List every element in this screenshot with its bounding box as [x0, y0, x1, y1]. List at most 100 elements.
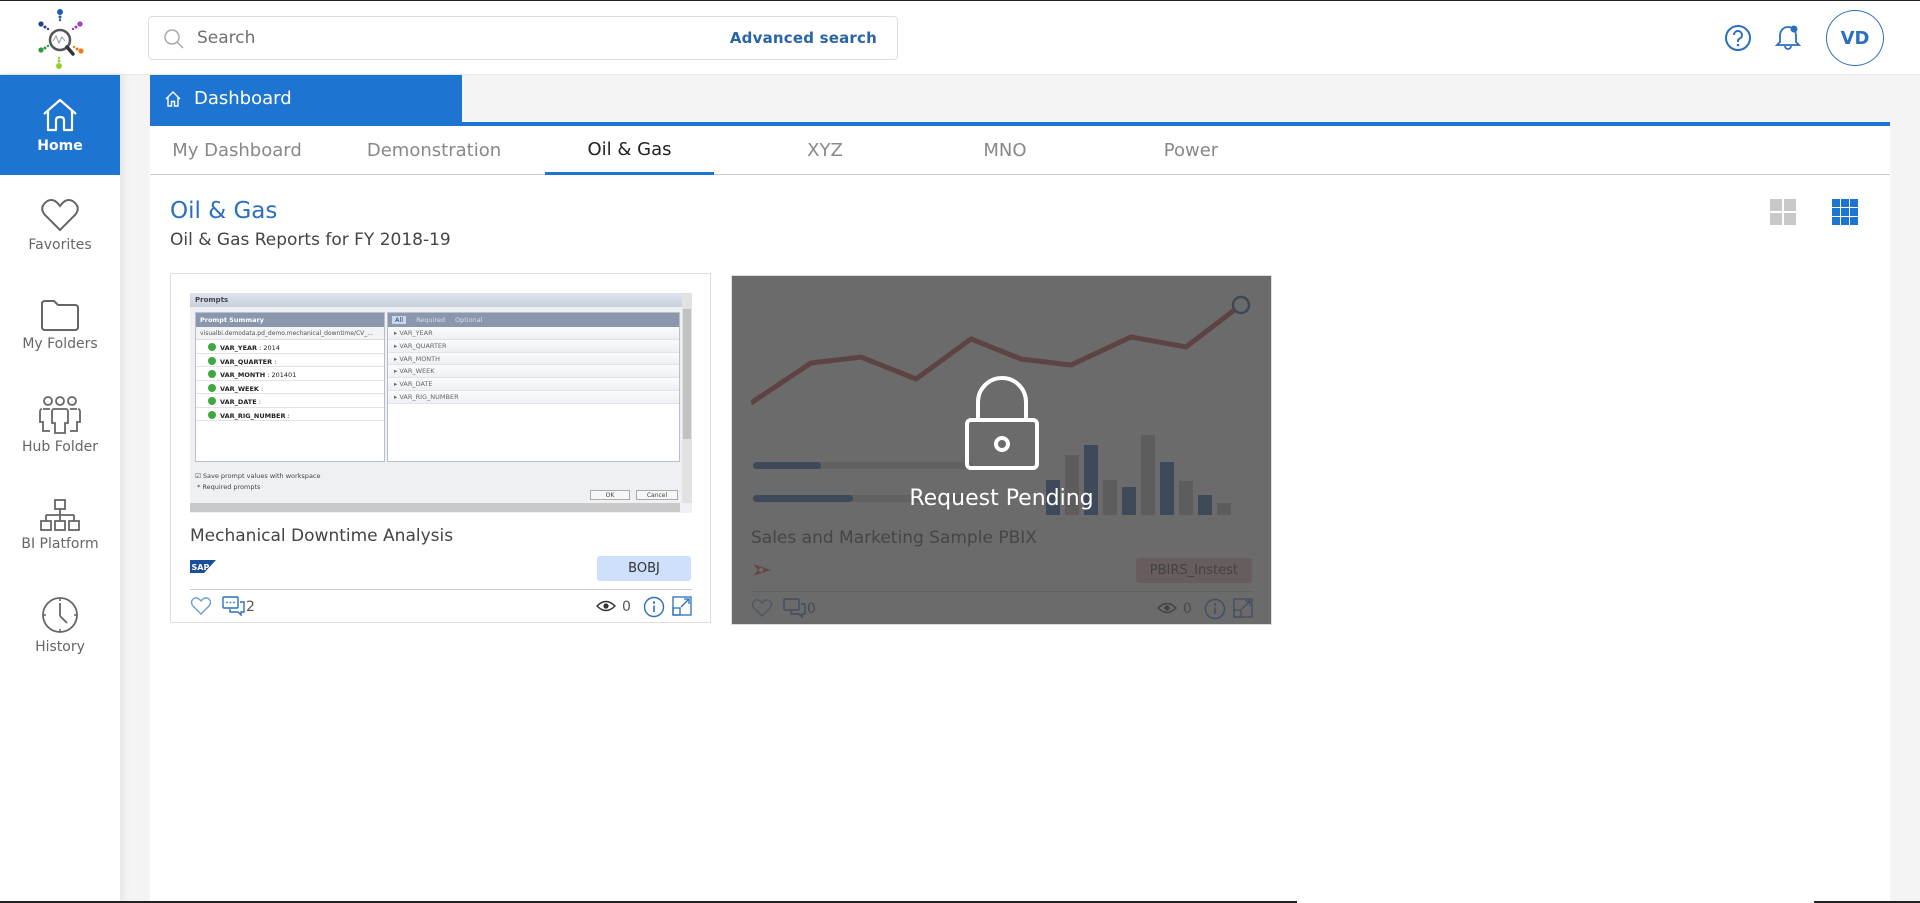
sidebar-item-bi-platform[interactable]: BI Platform [0, 475, 120, 575]
sidebar-item-favorites[interactable]: Favorites [0, 175, 120, 275]
tab-oil-gas[interactable]: Oil & Gas [545, 126, 714, 175]
sidebar-item-label: Favorites [28, 237, 92, 253]
prompt-row: VAR_WEEK : [196, 381, 384, 394]
section-title: Oil & Gas [170, 198, 278, 224]
variable-row: ▸ VAR_RIG_NUMBER [388, 390, 679, 404]
variable-row: ▸ VAR_WEEK [388, 365, 679, 379]
home-icon [165, 90, 181, 107]
variable-row: ▸ VAR_YEAR [388, 327, 679, 340]
sidebar: Home Favorites My Folders Hub Folder BI … [0, 75, 120, 901]
variable-row: ▸ VAR_DATE [388, 378, 679, 391]
dashboard-tab-label: Dashboard [194, 88, 292, 109]
tab-demonstration[interactable]: Demonstration [350, 126, 518, 175]
tab-xyz[interactable]: XYZ [750, 126, 900, 175]
sidebar-item-home[interactable]: Home [0, 75, 120, 175]
sap-logo-icon: SAP [190, 560, 216, 573]
tab-my-dashboard[interactable]: My Dashboard [158, 126, 316, 175]
scrollbar [190, 503, 680, 512]
hierarchy-icon [40, 499, 80, 531]
source-badge: BOBJ [597, 556, 691, 581]
report-thumbnail[interactable]: Prompts Prompt Summary visualbi.demodata… [190, 293, 692, 513]
search-icon[interactable] [163, 28, 185, 50]
sidebar-item-label: Hub Folder [21, 439, 98, 455]
svg-text:SAP: SAP [192, 563, 210, 572]
comment-count: 2 [246, 599, 255, 615]
sidebar-item-label: Home [37, 138, 83, 154]
help-icon[interactable] [1723, 23, 1753, 53]
sidebar-item-label: BI Platform [21, 536, 99, 552]
users-icon [39, 396, 81, 434]
view-count: 0 [622, 599, 631, 615]
favorite-heart-icon[interactable] [190, 596, 212, 616]
report-card[interactable]: Prompts Prompt Summary visualbi.demodata… [170, 273, 711, 623]
logo-magnifier-icon [38, 9, 84, 69]
check-icon [208, 383, 216, 392]
prompt-row: VAR_RIG_NUMBER : [196, 408, 384, 421]
expand-icon[interactable] [672, 596, 692, 616]
category-tabs: My Dashboard Demonstration Oil & Gas XYZ… [150, 126, 1890, 175]
dashboard-tab[interactable]: Dashboard [150, 75, 462, 122]
locked-overlay[interactable]: Request Pending [732, 276, 1271, 624]
tab-power[interactable]: Power [1116, 126, 1266, 175]
scrollbar [682, 293, 692, 503]
lock-icon [965, 376, 1039, 470]
prompt-path: visualbi.demodata.pd_demo.mechanical_dow… [196, 327, 384, 340]
tab-strip-background [462, 75, 1890, 122]
tab-label: Oil & Gas [587, 138, 672, 160]
info-icon[interactable] [643, 596, 665, 618]
right-margin [1890, 75, 1920, 901]
check-icon [208, 343, 216, 351]
cancel-button-preview: Cancel [636, 490, 678, 500]
check-icon [208, 370, 216, 378]
sidebar-item-label: My Folders [22, 336, 98, 352]
request-pending-label: Request Pending [909, 486, 1094, 511]
sidebar-item-hub-folder[interactable]: Hub Folder [0, 375, 120, 475]
report-card[interactable]: Sales and Marketing Sample PBIX PBIRS_In… [731, 275, 1272, 625]
views-eye-icon [596, 600, 616, 612]
advanced-search-link[interactable]: Advanced search [730, 29, 877, 47]
small-grid-view-icon[interactable] [1830, 197, 1860, 227]
report-title[interactable]: Mechanical Downtime Analysis [190, 526, 453, 546]
variable-row: ▸ VAR_MONTH [388, 352, 679, 366]
divider [190, 589, 692, 590]
ok-button-preview: OK [590, 490, 630, 500]
home-icon [43, 98, 77, 132]
sidebar-item-history[interactable]: History [0, 575, 120, 675]
user-avatar[interactable]: VD [1826, 10, 1884, 66]
prompts-title: Prompts [190, 293, 692, 307]
app-logo[interactable] [0, 1, 120, 75]
search-input[interactable] [197, 23, 697, 53]
notification-bell-icon[interactable] [1773, 23, 1803, 53]
search-bar: Advanced search [148, 16, 898, 60]
card-footer: 2 0 [190, 596, 692, 620]
prompt-row: VAR_MONTH : 201401 [196, 367, 384, 381]
main-panel: Dashboard My Dashboard Demonstration Oil… [150, 75, 1890, 901]
prompt-options: ☑ Save prompt values with workspace * Re… [195, 472, 321, 491]
section-subtitle: Oil & Gas Reports for FY 2018-19 [170, 230, 451, 250]
comment-icon[interactable] [222, 596, 246, 616]
tab-label: My Dashboard [172, 140, 302, 161]
prompts-dialog-preview: Prompts Prompt Summary visualbi.demodata… [190, 293, 692, 513]
large-grid-view-icon[interactable] [1768, 197, 1798, 227]
tab-label: Demonstration [366, 140, 502, 161]
top-header: Advanced search VD [0, 1, 1920, 75]
prompt-variables-panel: All Required Optional ▸ VAR_YEAR ▸ VAR_QUA… [387, 312, 680, 462]
variable-row: ▸ VAR_QUARTER [388, 339, 679, 353]
sidebar-item-my-folders[interactable]: My Folders [0, 275, 120, 375]
prompt-row: VAR_DATE : [196, 394, 384, 408]
prompt-summary-panel: Prompt Summary visualbi.demodata.pd_demo… [195, 312, 385, 462]
folder-icon [41, 300, 79, 331]
check-icon [208, 397, 216, 405]
tab-label: Power [1163, 140, 1219, 161]
prompt-summary-header: Prompt Summary [196, 313, 384, 327]
heart-icon [41, 199, 79, 232]
prompt-row: VAR_YEAR : 2014 [196, 340, 384, 354]
clock-icon [42, 597, 78, 633]
check-icon [208, 410, 216, 419]
tab-mno[interactable]: MNO [930, 126, 1080, 175]
check-icon [208, 356, 216, 365]
sidebar-item-label: History [35, 639, 85, 655]
filter-tabs: All Required Optional [388, 313, 679, 327]
tab-label: XYZ [807, 140, 843, 161]
tab-label: MNO [983, 140, 1027, 161]
